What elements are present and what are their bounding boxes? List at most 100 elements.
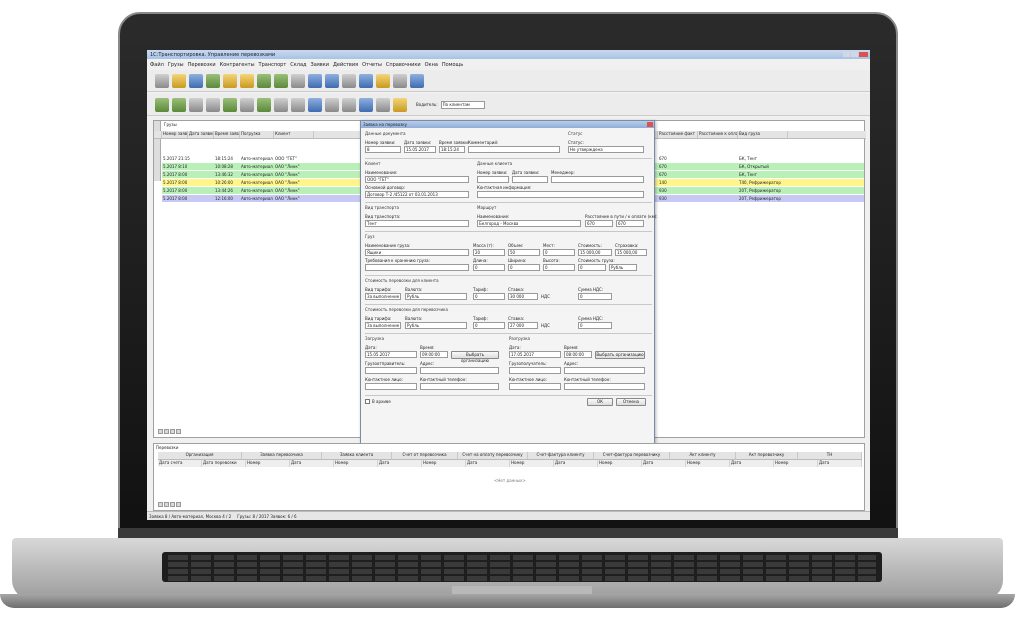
lock-icon[interactable] (393, 97, 407, 112)
folder-icon[interactable] (172, 73, 186, 88)
transports-column-header[interactable]: Заявка клиента (322, 452, 392, 459)
unload-consignee-field[interactable] (509, 367, 561, 374)
transports-column-header[interactable]: Счет-фактура клиенту (528, 452, 594, 459)
menu-item[interactable]: Перевозки (188, 62, 216, 68)
grid-column-header[interactable]: Расстояние факт (658, 131, 698, 138)
history-icon[interactable] (359, 97, 373, 112)
copy-icon[interactable] (172, 97, 186, 112)
carrier-tariff-type-field[interactable]: За выполнение (365, 322, 401, 329)
doc-time-field[interactable]: 18:15:24 (439, 146, 465, 153)
order-number-field[interactable] (477, 176, 509, 183)
vat-checkbox[interactable]: НДС (541, 294, 550, 299)
maximize-icon[interactable] (851, 52, 858, 57)
grid-tab[interactable]: Грузы (164, 122, 177, 127)
first-page-icon[interactable] (158, 502, 163, 507)
load-date-field[interactable]: 15.05.2017 (365, 351, 417, 358)
unload-addr-field[interactable] (564, 367, 645, 374)
next-page-icon[interactable] (170, 429, 175, 434)
grid-column-header[interactable]: Время заявки (214, 131, 240, 138)
currency-field[interactable]: Рубль (405, 293, 467, 300)
unload-time-field[interactable]: 08:00:00 (564, 351, 592, 358)
tariff-type-field[interactable]: За выполнение (365, 293, 401, 300)
menu-item[interactable]: Заявки (311, 62, 330, 68)
window-controls[interactable] (843, 52, 870, 57)
cancel-button[interactable]: Отмена (616, 398, 646, 406)
transports-column-header[interactable]: Счет на оплату перевозчику (458, 452, 528, 459)
side-tabs[interactable] (154, 121, 161, 181)
cargo-req-field[interactable] (365, 264, 469, 271)
carrier-currency-field[interactable]: Рубль (405, 322, 467, 329)
status-select[interactable]: Не утверждена (568, 146, 644, 153)
globe-icon[interactable] (359, 73, 373, 88)
carrier-vat-checkbox[interactable]: НДС (541, 323, 550, 328)
cargo-name-field[interactable]: Ящики (365, 249, 469, 256)
grid-column-header[interactable]: Клиент (274, 131, 314, 138)
load-org-button[interactable]: Выбрать организацию (451, 351, 499, 363)
manager-field[interactable] (551, 176, 644, 183)
delete-icon[interactable] (189, 97, 203, 112)
transports-column-header[interactable]: ТН (798, 452, 862, 459)
carrier-rate-field[interactable]: 27 000 (508, 322, 538, 329)
menu-item[interactable]: Контрагенты (220, 62, 255, 68)
grid-column-header[interactable]: Номер заявки (162, 131, 188, 138)
vat-sum-field[interactable]: 0 (578, 293, 612, 300)
prev-page-icon[interactable] (164, 429, 169, 434)
driver-filter-select[interactable]: По клиентам (440, 100, 485, 109)
order-icon[interactable] (257, 73, 271, 88)
calc-icon[interactable] (393, 73, 407, 88)
load-phone-field[interactable] (420, 383, 499, 390)
comment-field[interactable] (468, 146, 560, 153)
unload-date-field[interactable]: 17.05.2017 (509, 351, 561, 358)
filter-icon[interactable] (223, 97, 237, 112)
cost-currency-select[interactable]: Рубль (609, 264, 637, 271)
route-icon[interactable] (274, 73, 288, 88)
contact-field[interactable] (477, 191, 644, 198)
load-addr-field[interactable] (420, 367, 499, 374)
grid-column-header[interactable]: Погрузка (240, 131, 274, 138)
tree-icon[interactable] (342, 97, 356, 112)
mass-field[interactable]: 20 (473, 249, 505, 256)
length-field[interactable]: 0 (473, 264, 505, 271)
cargo-icon[interactable] (206, 73, 220, 88)
warehouse-icon[interactable] (240, 73, 254, 88)
help-icon[interactable] (376, 73, 390, 88)
menu-item[interactable]: Справочники (386, 62, 421, 68)
chart-icon[interactable] (308, 97, 322, 112)
load-time-field[interactable]: 09:00:00 (420, 351, 448, 358)
insurance-field[interactable]: 15 000,00 (615, 249, 647, 256)
dialog-close-icon[interactable] (647, 122, 653, 127)
cost-field[interactable]: 0 (578, 264, 606, 271)
transport-type-field[interactable]: Тент (365, 220, 469, 227)
load-shipper-field[interactable] (365, 367, 417, 374)
users-icon[interactable] (308, 73, 322, 88)
transports-column-header[interactable]: Организация (158, 452, 242, 459)
first-page-icon[interactable] (158, 429, 163, 434)
menu-item[interactable]: Окна (425, 62, 438, 68)
menu-item[interactable]: Грузы (168, 62, 184, 68)
grid-column-header[interactable]: Дата заявки (188, 131, 214, 138)
transports-column-header[interactable]: Счет от перевозчика (392, 452, 458, 459)
menu-item[interactable]: Отчеты (362, 62, 382, 68)
next-page-icon[interactable] (170, 502, 175, 507)
distance-pay-field[interactable]: 670 (616, 220, 644, 227)
last-page-icon[interactable] (176, 502, 181, 507)
unload-contact-field[interactable] (509, 383, 561, 390)
grid-pager[interactable] (158, 429, 181, 436)
menu-item[interactable]: Склад (290, 62, 306, 68)
unload-org-button[interactable]: Выбрать организацию (595, 351, 645, 359)
document-icon[interactable] (155, 73, 169, 88)
archive-checkbox-icon[interactable] (365, 399, 370, 404)
grid-column-header[interactable]: Вид груза (738, 131, 788, 138)
report-icon[interactable] (291, 73, 305, 88)
client-name-field[interactable]: ООО "ГЕТ" (365, 176, 469, 183)
menu-item[interactable]: Транспорт (259, 62, 287, 68)
transports-column-header[interactable]: Акт перевозчику (736, 452, 798, 459)
transports-pager[interactable] (158, 502, 181, 509)
transports-column-header[interactable]: Счет-фактура перевозчику (594, 452, 670, 459)
order-date-field[interactable] (512, 176, 548, 183)
width-field[interactable]: 0 (508, 264, 540, 271)
find-icon[interactable] (257, 97, 271, 112)
refresh-icon[interactable] (206, 97, 220, 112)
add-icon[interactable] (155, 97, 169, 112)
volume-field[interactable]: 50 (508, 249, 540, 256)
